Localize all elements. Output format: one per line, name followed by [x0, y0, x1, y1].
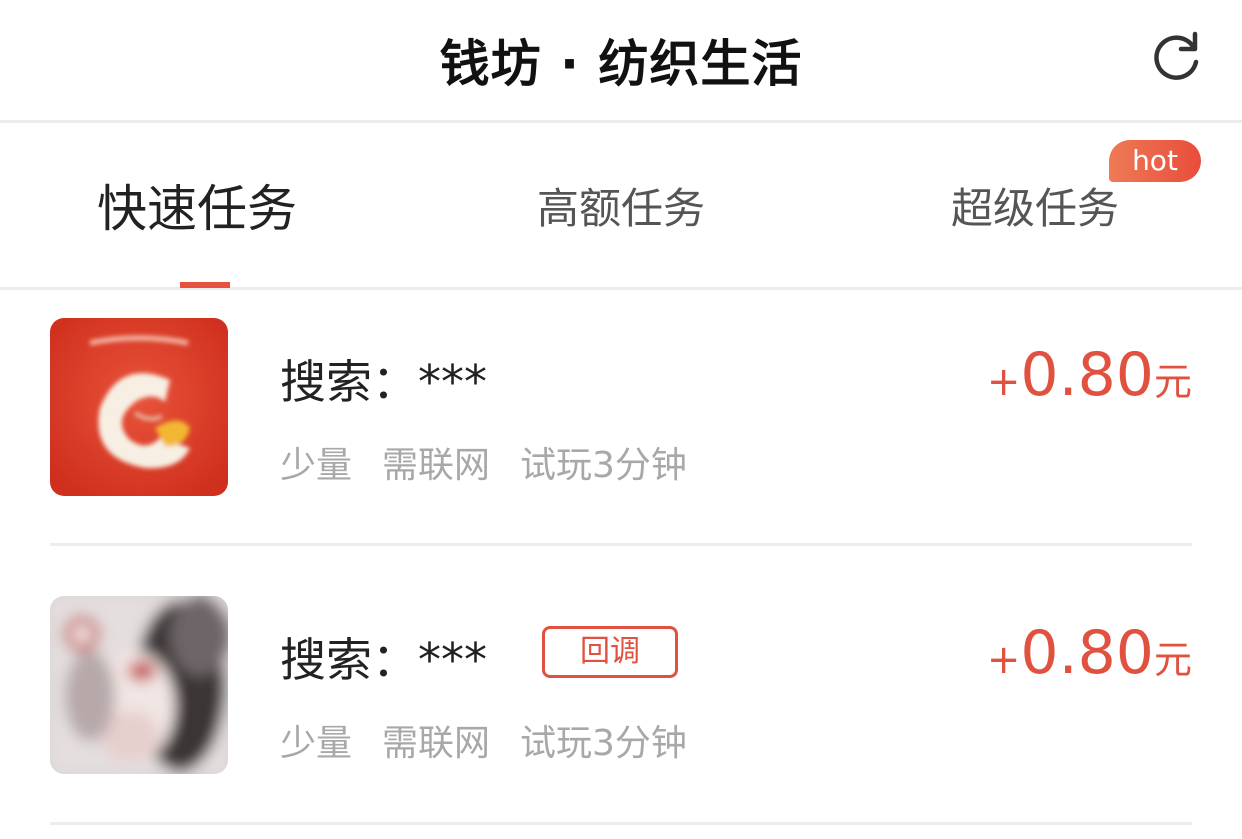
- app-icon: [50, 596, 228, 774]
- reward-unit: 元: [1153, 638, 1192, 682]
- tab-label: 快速任务: [97, 180, 297, 238]
- list-divider: [50, 822, 1192, 825]
- reward-amount: 0.80: [1020, 340, 1154, 410]
- task-tag: 少量: [280, 445, 353, 486]
- task-tags: 少量 需联网 试玩3分钟: [280, 714, 717, 766]
- task-tag: 少量: [280, 723, 353, 764]
- app-icon: [50, 318, 228, 496]
- task-reward: +0.80元: [987, 618, 1192, 688]
- reward-unit: 元: [1153, 360, 1192, 404]
- task-list-item[interactable]: 搜索：*** 少量 需联网 试玩3分钟 +0.80元: [50, 288, 1192, 546]
- task-tag: 试玩3分钟: [520, 445, 687, 486]
- tab-label: 高额任务: [536, 183, 705, 233]
- task-reward: +0.80元: [987, 340, 1192, 410]
- task-tags: 少量 需联网 试玩3分钟: [280, 436, 717, 488]
- tab-label: 超级任务: [950, 183, 1119, 233]
- task-tag: 需联网: [382, 723, 491, 764]
- refresh-icon[interactable]: [1148, 28, 1204, 84]
- task-title: 搜索：***: [280, 355, 487, 409]
- page-title: 钱坊 · 纺织生活: [439, 35, 803, 93]
- task-title: 搜索：***: [280, 633, 487, 687]
- task-list-item[interactable]: 搜索：*** 回调 少量 需联网 试玩3分钟 +0.80元: [50, 566, 1192, 824]
- list-divider: [50, 543, 1192, 546]
- hot-badge: hot: [1109, 140, 1201, 182]
- nav-header: 钱坊 · 纺织生活: [0, 0, 1242, 123]
- reward-amount: 0.80: [1020, 618, 1154, 688]
- tab-quick-tasks[interactable]: 快速任务: [0, 123, 414, 287]
- task-tag: 需联网: [382, 445, 491, 486]
- task-list-page: 钱坊 · 纺织生活 快速任务 高额任务 超级任务 hot 搜索：*** 少量 需…: [0, 0, 1242, 839]
- callback-badge: 回调: [542, 626, 678, 678]
- reward-plus: +: [986, 359, 1021, 405]
- task-tabs: 快速任务 高额任务 超级任务: [0, 123, 1242, 290]
- tab-high-value-tasks[interactable]: 高额任务: [414, 123, 828, 287]
- task-tag: 试玩3分钟: [520, 723, 687, 764]
- reward-plus: +: [986, 637, 1021, 683]
